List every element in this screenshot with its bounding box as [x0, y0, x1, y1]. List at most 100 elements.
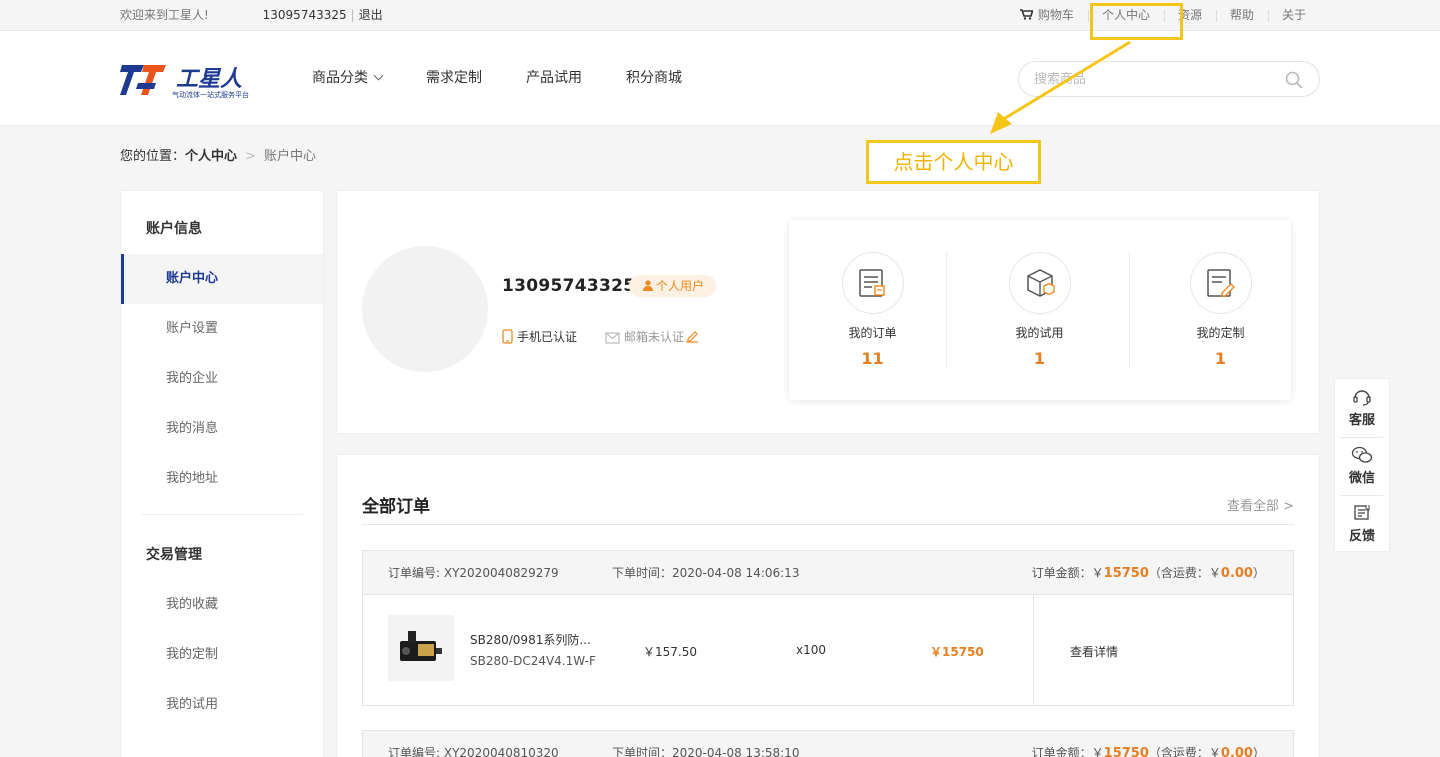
product-total: ￥15750 — [930, 645, 984, 659]
logo-icon: 工星人 气动流体一站式服务平台 — [120, 65, 249, 99]
nav-categories-label: 商品分类 — [312, 70, 368, 86]
view-all-orders-link[interactable]: 查看全部 > — [1227, 495, 1294, 514]
shipping-suffix: ） — [1252, 746, 1265, 757]
profile-card: 13095743325 个人用户 手机已认证 邮箱未认证 我的订单 11 我的试… — [336, 190, 1320, 434]
wechat-icon — [1351, 446, 1373, 463]
phone-status-label: 手机已认证 — [517, 330, 578, 344]
sidebar-item-my-messages[interactable]: 我的消息 — [121, 404, 323, 454]
product-price: ￥157.50 — [643, 645, 697, 659]
view-details-button[interactable]: 查看详情 — [1070, 643, 1118, 660]
shipping-value: 0.00 — [1220, 746, 1253, 757]
phone-icon — [502, 329, 513, 344]
customer-service-button[interactable]: 客服 — [1335, 379, 1389, 437]
feedback-icon — [1354, 505, 1370, 520]
valve-product-image — [388, 615, 454, 681]
email-status-label: 邮箱未认证 — [624, 330, 685, 344]
breadcrumb-arrow: > — [245, 149, 256, 164]
sidebar-item-account-center[interactable]: 账户中心 — [121, 254, 323, 304]
orders-title: 全部订单 — [362, 497, 430, 517]
order-time: 下单时间：2020-04-08 14:06:13 — [612, 566, 800, 580]
shipping-suffix: ） — [1252, 566, 1265, 580]
stat-trials-value: 1 — [1033, 349, 1046, 368]
breadcrumb-prefix: 您的位置： — [120, 149, 186, 164]
sidebar-item-my-company[interactable]: 我的企业 — [121, 354, 323, 404]
sidebar-item-favorites[interactable]: 我的收藏 — [121, 580, 323, 630]
headset-icon — [1353, 390, 1371, 406]
help-link[interactable]: 帮助 — [1215, 0, 1268, 31]
sidebar-group-trade: 交易管理 — [146, 547, 202, 563]
feedback-button[interactable]: 反馈 — [1335, 495, 1389, 553]
order-card: 订单编号: XY2020040810320 下单时间：2020-04-08 13… — [362, 730, 1294, 757]
top-phone: 13095743325 — [262, 8, 347, 22]
order-header: 订单编号: XY2020040810320 下单时间：2020-04-08 13… — [363, 731, 1293, 757]
orders-section: 全部订单 查看全部 > 订单编号: XY2020040829279 下单时间：2… — [336, 454, 1320, 757]
stat-orders[interactable]: 我的订单 11 — [789, 220, 956, 400]
top-separator: | — [350, 8, 355, 22]
nav-categories[interactable]: 商品分类 — [312, 31, 384, 126]
breadcrumb-parent[interactable]: 个人中心 — [185, 149, 237, 164]
product-name[interactable]: SB280/0981系列防... — [470, 631, 591, 648]
about-link[interactable]: 关于 — [1267, 0, 1320, 31]
stat-trials[interactable]: 我的试用 1 — [956, 220, 1123, 400]
order-icon — [841, 252, 904, 314]
feedback-label: 反馈 — [1348, 529, 1375, 544]
logout-link[interactable]: 退出 — [359, 8, 383, 22]
sidebar-item-account-settings[interactable]: 账户设置 — [121, 304, 323, 354]
user-type-label: 个人用户 — [656, 279, 705, 293]
customer-service-label: 客服 — [1348, 413, 1375, 428]
sidebar-divider — [141, 514, 303, 515]
mail-icon — [605, 332, 620, 344]
sidebar: 账户信息 账户中心 账户设置 我的企业 我的消息 我的地址 交易管理 我的收藏 … — [120, 190, 324, 757]
amount-prefix: 订单金额：￥ — [1031, 566, 1104, 580]
annotation-arrow-icon — [990, 40, 1131, 134]
sidebar-item-my-custom[interactable]: 我的定制 — [121, 630, 323, 680]
breadcrumb-current: 账户中心 — [263, 149, 316, 164]
breadcrumb: 您的位置：个人中心 > 账户中心 — [120, 145, 316, 164]
logo-name: 工星人 — [176, 67, 243, 92]
amount-prefix: 订单金额：￥ — [1031, 746, 1104, 757]
cart-link[interactable]: 购物车 — [1006, 0, 1088, 31]
stat-custom[interactable]: 我的定制 1 — [1137, 220, 1304, 400]
annotation-highlight-box — [1090, 3, 1183, 40]
order-card: 订单编号: XY2020040829279 下单时间：2020-04-08 14… — [362, 550, 1294, 706]
stats-panel: 我的订单 11 我的试用 1 我的定制 1 — [789, 220, 1291, 400]
floating-side-panel: 客服 微信 反馈 — [1334, 378, 1390, 552]
search-icon[interactable] — [1285, 71, 1303, 89]
edit-icon[interactable] — [685, 329, 699, 343]
cart-label: 购物车 — [1037, 8, 1074, 22]
product-quantity: x100 — [796, 643, 827, 657]
stat-orders-value: 11 — [861, 349, 884, 368]
top-bar: 欢迎来到工星人! 13095743325 | 退出 购物车 个人中心 资源 帮助 关… — [0, 0, 1440, 31]
shipping-prefix: （含运费：￥ — [1148, 746, 1221, 757]
main-header: 工星人 气动流体一站式服务平台 商品分类 需求定制 产品试用 积分商城 — [0, 31, 1440, 126]
order-amount: 订单金额：￥15750（含运费：￥0.00） — [1032, 731, 1265, 757]
nav-custom[interactable]: 需求定制 — [426, 31, 482, 126]
wechat-button[interactable]: 微信 — [1335, 437, 1389, 495]
sidebar-item-my-address[interactable]: 我的地址 — [121, 454, 323, 504]
amount-value: 15750 — [1103, 746, 1149, 757]
stat-trials-label: 我的试用 — [1015, 326, 1064, 340]
user-type-badge: 个人用户 — [629, 275, 717, 297]
stat-custom-label: 我的定制 — [1196, 326, 1245, 340]
sidebar-group-account: 账户信息 — [146, 221, 202, 237]
box-icon — [1008, 252, 1071, 314]
avatar[interactable] — [362, 246, 488, 372]
sidebar-item-my-trial[interactable]: 我的试用 — [121, 680, 323, 730]
logo-slogan: 气动流体一站式服务平台 — [172, 90, 249, 99]
site-logo[interactable]: 工星人 气动流体一站式服务平台 — [120, 59, 272, 101]
welcome-text: 欢迎来到工星人! — [120, 8, 209, 22]
email-unverified[interactable]: 邮箱未认证 — [605, 328, 703, 345]
shipping-value: 0.00 — [1220, 566, 1253, 581]
product-thumbnail[interactable] — [388, 615, 454, 681]
main-nav: 商品分类 需求定制 产品试用 积分商城 — [312, 31, 726, 126]
nav-trial[interactable]: 产品试用 — [526, 31, 582, 126]
nav-points-mall[interactable]: 积分商城 — [626, 31, 682, 126]
order-body: SB280/0981系列防... SB280-DC24V4.1W-F ￥157.… — [363, 595, 1293, 705]
order-header: 订单编号: XY2020040829279 下单时间：2020-04-08 14… — [363, 551, 1293, 595]
wechat-label: 微信 — [1348, 471, 1375, 486]
order-column-divider — [1033, 595, 1034, 705]
annotation-label: 点击个人中心 — [866, 140, 1041, 184]
username: 13095743325 — [502, 276, 636, 296]
chevron-down-icon — [373, 70, 384, 81]
order-number: 订单编号: XY2020040810320 — [388, 746, 559, 757]
